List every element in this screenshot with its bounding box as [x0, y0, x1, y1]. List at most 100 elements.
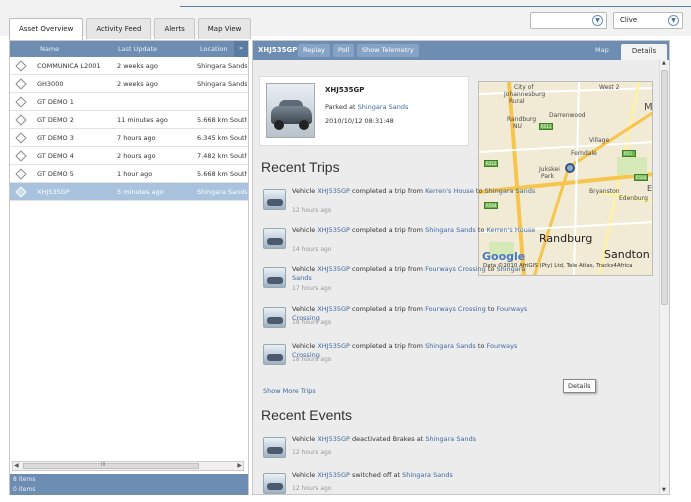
vehicle-thumbnail	[263, 437, 286, 458]
asset-grid-panel: Name Last Update Location » COMMUNICA L2…	[9, 40, 249, 495]
trip-from-link[interactable]: Fourways Crossing	[425, 265, 486, 273]
parked-location-link[interactable]: Shingara Sands	[358, 103, 409, 111]
detail-toolbar: XHJ535GP Replay Poll Show Telemetry Map …	[253, 41, 669, 60]
horizontal-scrollbar[interactable]: ◀ III ▶	[12, 461, 244, 471]
table-row[interactable]: GH3000 2 weeks ago Shingara Sands	[10, 75, 248, 93]
vertical-scrollbar[interactable]: ▲ ▼	[659, 60, 669, 494]
asset-status-icon	[15, 150, 27, 162]
vehicle-summary-card: XHJ535GP Parked at Shingara Sands 2010/1…	[259, 76, 469, 146]
event-item: Vehicle XHJ535GP switched off at Shingar…	[263, 471, 543, 494]
trip-from-link[interactable]: Kerren's House	[425, 187, 474, 195]
details-content: XHJ535GP Parked at Shingara Sands 2010/1…	[253, 60, 659, 494]
scroll-right-icon[interactable]: ▶	[237, 462, 242, 469]
map-label: West 2	[599, 84, 620, 91]
trip-time-ago: 18 hours ago	[292, 356, 332, 363]
parked-status: Parked at Shingara Sands	[325, 103, 409, 111]
trip-item: Vehicle XHJ535GP completed a trip from K…	[263, 187, 543, 222]
tab-map[interactable]: Map	[595, 46, 609, 54]
trip-time-ago: 17 hours ago	[292, 285, 332, 292]
scrollbar-thumb[interactable]	[23, 463, 199, 469]
vehicle-thumbnail	[263, 189, 286, 210]
map-label: E	[647, 184, 653, 193]
asset-name: GH3000	[37, 80, 64, 88]
scroll-down-icon[interactable]: ▼	[662, 487, 666, 493]
tab-details[interactable]: Details	[621, 44, 667, 60]
scroll-up-icon[interactable]: ▲	[662, 60, 666, 66]
asset-last-update: 2 weeks ago	[117, 62, 158, 70]
scroll-left-icon[interactable]: ◀	[14, 462, 19, 469]
scrollbar-thumb[interactable]	[661, 70, 668, 305]
vehicle-location-pin-icon[interactable]	[565, 163, 575, 173]
asset-name: GT DEMO 5	[37, 170, 74, 178]
column-header-name[interactable]: Name	[40, 45, 59, 53]
table-row[interactable]: GT DEMO 4 2 hours ago 7.482 km South o	[10, 147, 248, 165]
asset-last-update: 2 hours ago	[117, 152, 156, 160]
replay-button[interactable]: Replay	[298, 44, 330, 57]
vehicle-link[interactable]: XHJ535GP	[317, 226, 350, 234]
trip-item: Vehicle XHJ535GP completed a trip from S…	[263, 342, 543, 372]
asset-status-icon	[15, 132, 27, 144]
asset-status-icon	[15, 78, 27, 90]
column-header-location[interactable]: Location	[200, 45, 228, 53]
map-label: Darrenwood	[549, 112, 586, 119]
asset-location: Shingara Sands	[197, 188, 247, 196]
vehicle-link[interactable]: XHJ535GP	[317, 187, 350, 195]
top-bar: Asset Overview Activity Feed Alerts Map …	[0, 0, 691, 40]
event-place-link[interactable]: Shingara Sands	[425, 435, 476, 443]
user-dropdown[interactable]: Clive ▼	[613, 12, 683, 29]
table-row[interactable]: COMMUNICA L2001 2 weeks ago Shingara San…	[10, 57, 248, 75]
vehicle-link[interactable]: XHJ535GP	[317, 342, 350, 350]
vehicle-link[interactable]: XHJ535GP	[317, 471, 350, 479]
main-tabs: Asset Overview Activity Feed Alerts Map …	[9, 18, 254, 40]
event-item: Vehicle XHJ535GP deactivated Brakes at S…	[263, 435, 543, 465]
item-count: 8 items	[13, 476, 36, 483]
asset-name: XHJ535GP	[37, 188, 70, 196]
vehicle-link[interactable]: XHJ535GP	[317, 435, 350, 443]
table-row[interactable]: GT DEMO 2 11 minutes ago 5.668 km Southw	[10, 111, 248, 129]
table-row[interactable]: GT DEMO 5 1 hour ago 5.668 km Southw	[10, 165, 248, 183]
road-badge: R512	[484, 160, 498, 167]
map-label: Park	[541, 173, 554, 180]
asset-location: Shingara Sands	[197, 80, 247, 88]
trip-from-link[interactable]: Fourways Crossing	[425, 305, 486, 313]
vehicle-link[interactable]: XHJ535GP	[317, 265, 350, 273]
trip-from-link[interactable]: Shingara Sands	[425, 342, 476, 350]
trip-item: Vehicle XHJ535GP completed a trip from F…	[263, 305, 543, 335]
tab-alerts[interactable]: Alerts	[154, 18, 195, 39]
tab-asset-overview[interactable]: Asset Overview	[9, 18, 84, 40]
table-row[interactable]: GT DEMO 1	[10, 93, 248, 111]
asset-location: Shingara Sands	[197, 62, 247, 70]
vehicle-thumbnail	[263, 228, 286, 249]
collapse-panel-button[interactable]: »	[234, 41, 248, 57]
asset-status-icon	[15, 96, 27, 108]
poll-button[interactable]: Poll	[333, 44, 355, 57]
show-more-trips-link[interactable]: Show More Trips	[263, 387, 316, 395]
recent-events-heading: Recent Events	[261, 407, 353, 423]
trip-to-link[interactable]: Kerren's House	[487, 226, 536, 234]
column-header-last-update[interactable]: Last Update	[118, 45, 157, 53]
asset-status-icon	[15, 168, 27, 180]
vehicle-thumbnail	[263, 473, 286, 494]
asset-grid-header: Name Last Update Location »	[10, 41, 248, 57]
asset-last-update: 7 hours ago	[117, 134, 156, 142]
show-telemetry-button[interactable]: Show Telemetry	[357, 44, 419, 57]
map-label: Edenburg	[619, 195, 648, 202]
asset-last-update: 2 weeks ago	[117, 80, 158, 88]
table-row-selected[interactable]: XHJ535GP 5 minutes ago Shingara Sands	[10, 183, 248, 201]
asset-location: 5.668 km Southw	[197, 170, 247, 178]
road-badge: R564	[634, 174, 648, 181]
scroll-grip: III	[101, 462, 106, 468]
map-label: Village	[589, 137, 610, 144]
table-row[interactable]: GT DEMO 3 7 hours ago 6.345 km Southw	[10, 129, 248, 147]
tab-activity-feed[interactable]: Activity Feed	[86, 18, 152, 39]
trip-to-link[interactable]: Shingara Sands	[485, 187, 536, 195]
vehicle-link[interactable]: XHJ535GP	[317, 305, 350, 313]
event-place-link[interactable]: Shingara Sands	[402, 471, 453, 479]
tab-map-view[interactable]: Map View	[197, 18, 252, 39]
filter-dropdown[interactable]: ▼	[530, 12, 607, 29]
item-count-secondary: 0 items	[13, 486, 36, 493]
map-label: City of	[514, 84, 534, 91]
user-dropdown-value: Clive	[620, 16, 638, 24]
trip-from-link[interactable]: Shingara Sands	[425, 226, 476, 234]
chevron-down-icon: ▼	[668, 15, 679, 26]
